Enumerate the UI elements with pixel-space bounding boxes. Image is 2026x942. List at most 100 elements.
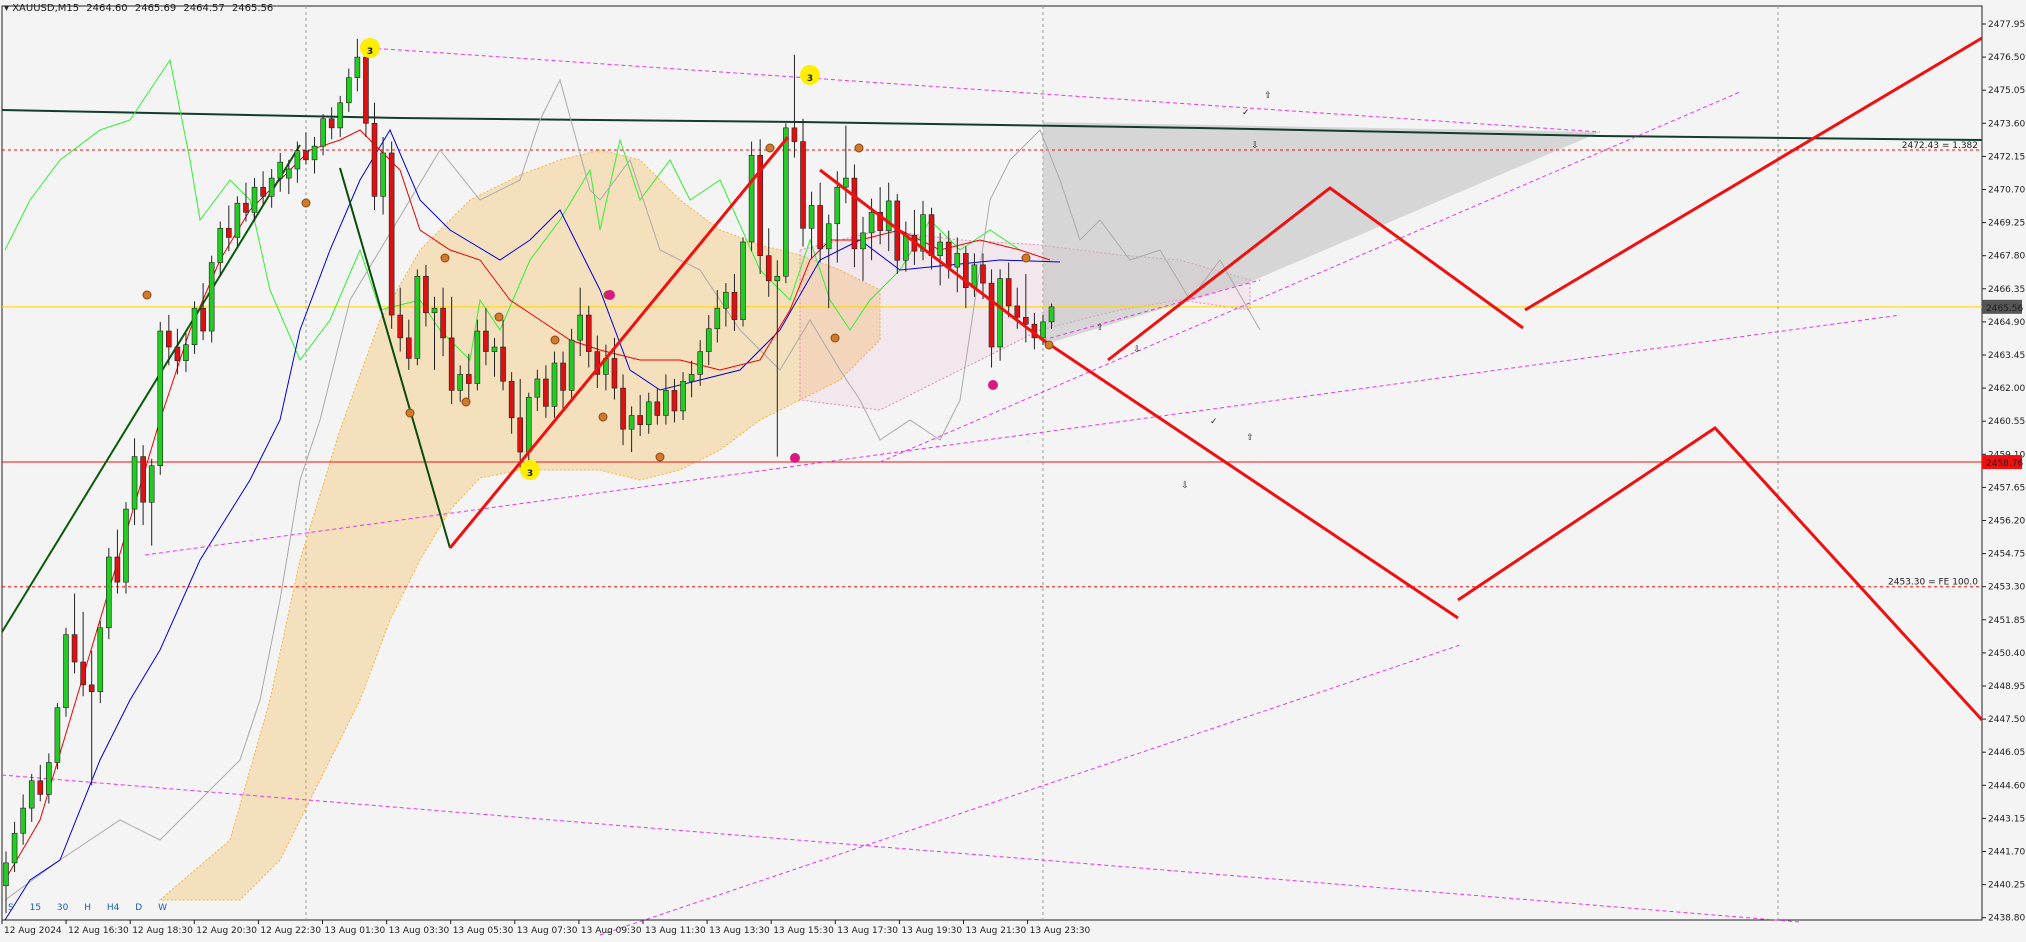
candle [80, 611, 86, 697]
x-tick-label: 12 Aug 2024 [4, 926, 62, 936]
candle [414, 269, 421, 366]
candle-body [260, 186, 266, 197]
candle-body [937, 241, 943, 256]
candle-body [397, 314, 404, 339]
candle-body [525, 396, 532, 453]
candle [208, 255, 215, 343]
candle-body [63, 634, 69, 708]
candle [277, 152, 284, 192]
candle [157, 321, 164, 475]
y-tick-label: 2460.55 [1988, 417, 2025, 427]
candle-body [234, 202, 241, 238]
symbol-label: ▾ XAUUSD,M15 [4, 3, 80, 14]
candle-body [491, 346, 498, 352]
candle-body [208, 262, 215, 332]
signal-arrow-icon: ⇧ [1096, 323, 1104, 333]
signal-arrow-icon: ⇩ [1181, 481, 1189, 491]
candle-body [611, 358, 618, 389]
wave-point-dot [988, 380, 998, 390]
candle-body [414, 275, 421, 359]
candle [791, 54, 798, 158]
x-tick-label: 12 Aug 20:30 [196, 926, 257, 936]
candle-body [560, 362, 566, 391]
candle-body [774, 275, 781, 282]
candle-body [46, 762, 52, 795]
candle-body [731, 291, 738, 320]
tf-w-button[interactable]: W [158, 903, 167, 913]
candle [388, 141, 395, 329]
x-tick-label: 13 Aug 21:30 [966, 926, 1027, 936]
candle-body [123, 508, 129, 583]
candle-body [508, 380, 515, 419]
candle [345, 68, 352, 112]
candle [354, 38, 361, 92]
x-tick-label: 13 Aug 15:30 [773, 926, 834, 936]
y-tick-label: 2456.20 [1988, 517, 2025, 527]
timeframe-bar: S 15 30 H H4 D W [8, 903, 180, 913]
candle-body [903, 234, 909, 261]
candle-body [380, 152, 386, 197]
candle-body [868, 212, 875, 234]
y-tick-label: 2446.05 [1988, 748, 2025, 758]
candle-body [88, 684, 95, 693]
tf-30-button[interactable]: 30 [57, 903, 68, 913]
y-tick-label: 2469.25 [1988, 219, 2025, 229]
fe-100-label: 2453.30 = FE 100.0 [1888, 578, 1978, 588]
candle-body [585, 314, 592, 352]
candle-body [663, 390, 669, 416]
candle-body [371, 123, 378, 197]
candle-body [457, 374, 464, 391]
candle [303, 132, 309, 165]
y-tick-label: 2457.65 [1988, 483, 2025, 493]
candle-body [28, 780, 35, 809]
candle-body [860, 232, 866, 250]
candle [123, 502, 129, 594]
candle-body [114, 556, 121, 583]
tf-h-button[interactable]: H [84, 903, 91, 913]
candle [97, 620, 104, 704]
candle-body [705, 328, 712, 352]
candle-body [1014, 305, 1021, 318]
candle-body [11, 832, 18, 864]
candle-body [286, 168, 292, 179]
candle [371, 102, 378, 211]
candle-body [980, 264, 986, 284]
y-tick-label: 2467.80 [1988, 252, 2025, 262]
candle-body [500, 346, 506, 382]
candle-body [311, 145, 318, 161]
candle-body [191, 307, 198, 346]
candle-body [723, 291, 729, 309]
candle-body [3, 862, 9, 887]
candle-body [106, 556, 112, 629]
candle-body [97, 627, 104, 693]
candle [243, 182, 249, 222]
tf-d-button[interactable]: D [135, 903, 142, 913]
candle-body [551, 362, 558, 407]
tf-15-button[interactable]: 15 [30, 903, 41, 913]
price-chart[interactable]: 3 3 3 ⇧ ⇩ ⇧ ⇩ ⇧ ⇩ ✓ ✓ 2472.43 = 1.382 2453.30 = FE 1… [0, 0, 2026, 942]
tf-h4-button[interactable]: H4 [107, 903, 120, 913]
candle-body [140, 456, 146, 503]
fractal-dot [461, 397, 471, 407]
tf-s-button[interactable]: S [8, 903, 14, 913]
wave-point-dot [605, 290, 615, 300]
close-value: 2465.56 [231, 3, 274, 14]
candle-body [174, 346, 181, 362]
candle-body [431, 307, 438, 314]
y-tick-label: 2441.70 [1988, 848, 2025, 858]
x-tick-label: 13 Aug 11:30 [645, 926, 706, 936]
candle-body [1048, 306, 1055, 323]
fractal-dot [655, 452, 665, 462]
x-tick-label: 13 Aug 07:30 [517, 926, 578, 936]
candle-body [577, 314, 583, 341]
chart-area[interactable]: 3 3 3 ⇧ ⇩ ⇧ ⇩ ⇧ ⇩ ✓ ✓ 2472.43 = 1.382 2453.30 = FE 1… [0, 0, 2026, 942]
candle-body [783, 127, 789, 277]
wave-line-4 [1524, 36, 1983, 312]
candle [200, 283, 206, 341]
candle [328, 107, 335, 140]
candle-body [997, 278, 1003, 348]
candle [174, 328, 181, 375]
signal-arrow-icon: ⇧ [1246, 433, 1254, 443]
candle [311, 136, 318, 174]
candle-body [20, 807, 26, 834]
